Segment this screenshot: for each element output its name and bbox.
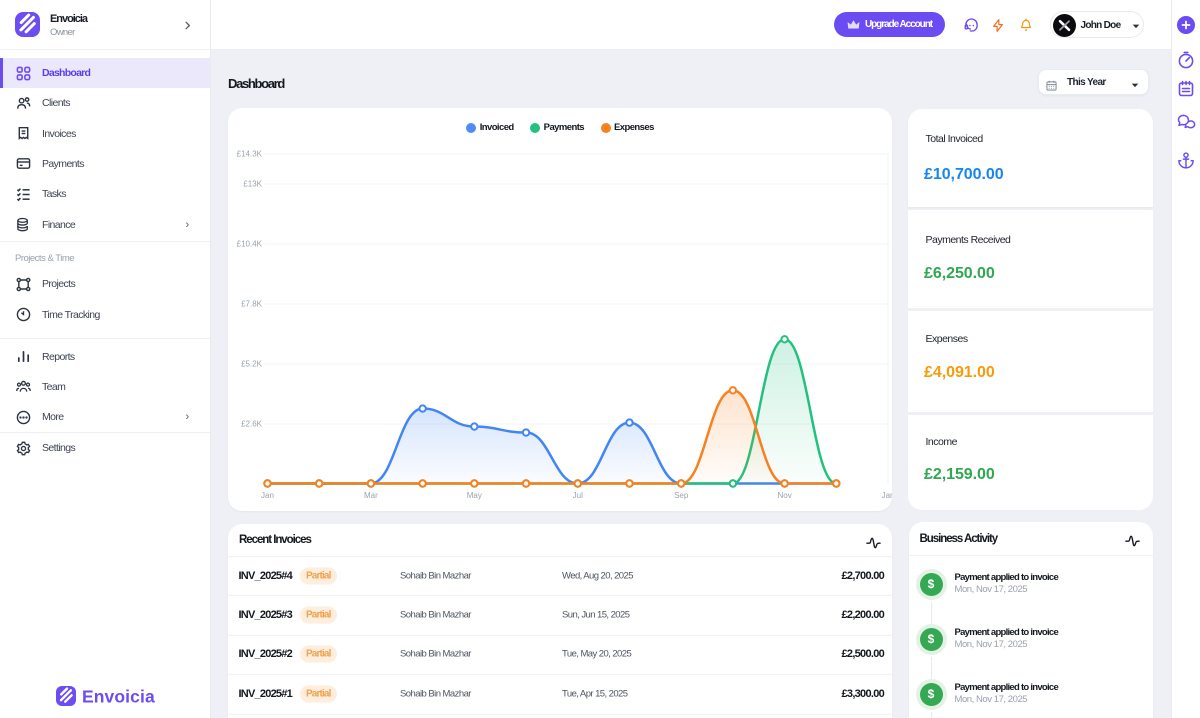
svg-text:£14.3K: £14.3K	[237, 150, 263, 159]
svg-text:£2.6K: £2.6K	[241, 420, 263, 429]
svg-text:Mar: Mar	[364, 491, 378, 500]
svg-text:Envoicia: Envoicia	[82, 687, 155, 707]
svg-text:Jan: Jan	[882, 491, 892, 500]
svg-text:£5.2K: £5.2K	[241, 360, 263, 369]
svg-text:£13K: £13K	[243, 180, 262, 189]
svg-text:Sep: Sep	[674, 491, 689, 500]
svg-text:Jan: Jan	[261, 491, 274, 500]
svg-text:Jul: Jul	[573, 491, 583, 500]
svg-text:Nov: Nov	[777, 491, 791, 500]
svg-text:May: May	[467, 491, 482, 500]
svg-text:£10.4K: £10.4K	[237, 240, 263, 249]
svg-text:£7.8K: £7.8K	[241, 300, 263, 309]
